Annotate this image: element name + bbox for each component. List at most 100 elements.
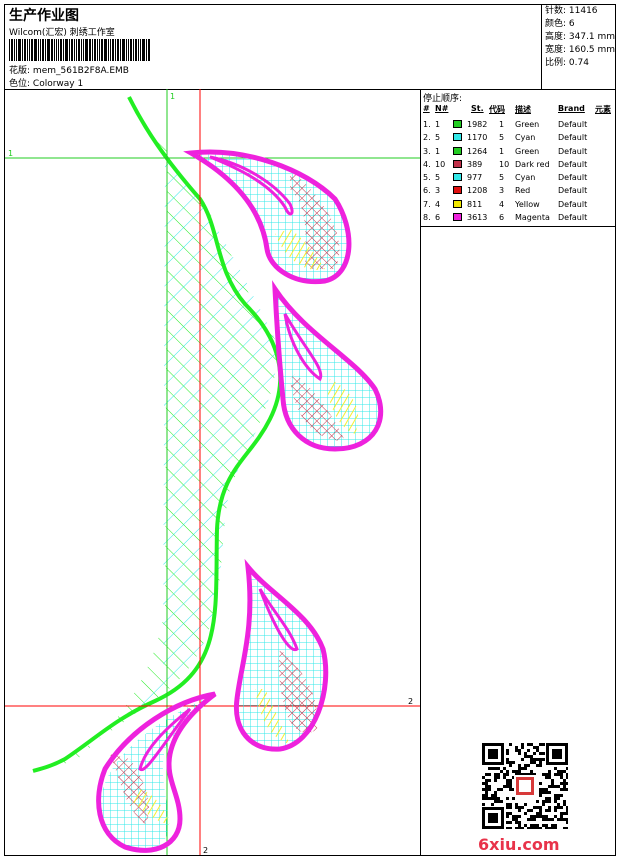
- qr-module: [563, 770, 566, 773]
- qr-module: [536, 812, 539, 815]
- design-label: 花版:: [9, 66, 31, 76]
- qr-module: [551, 782, 554, 785]
- qr-module: [566, 806, 568, 809]
- qr-module: [560, 815, 563, 818]
- qr-module: [518, 809, 521, 812]
- barcode-bar: [54, 39, 55, 61]
- barcode-bar: [69, 39, 70, 61]
- color-swatch: [453, 146, 462, 155]
- table-row: 3. 1 1264 1 Green Default: [423, 145, 613, 158]
- qr-module: [536, 746, 539, 749]
- qr-module: [554, 827, 557, 829]
- qr-module: [563, 788, 566, 791]
- qr-module: [512, 797, 515, 800]
- cell-stitches: 3613: [467, 213, 488, 223]
- cell-code: 1: [499, 146, 505, 156]
- qr-module: [566, 809, 568, 812]
- qr-module: [542, 752, 545, 755]
- qr-module: [515, 815, 518, 818]
- qr-module: [488, 788, 491, 791]
- cell-stitches: 977: [467, 173, 483, 183]
- qr-module: [566, 776, 568, 779]
- barcode-bar: [76, 39, 77, 61]
- qr-module: [554, 806, 557, 809]
- qr-module: [509, 821, 512, 824]
- qr-module: [533, 746, 536, 749]
- qr-module: [497, 767, 500, 770]
- qr-module: [563, 812, 566, 815]
- barcode-bar: [115, 39, 116, 61]
- cell-needle: 3: [435, 186, 441, 196]
- qr-module: [509, 764, 512, 767]
- barcode-bar: [45, 39, 46, 61]
- table-row: 7. 4 811 4 Yellow Default: [423, 198, 613, 211]
- barcode-bar: [142, 39, 145, 61]
- barcode: [9, 39, 195, 61]
- qr-module: [521, 758, 524, 761]
- qr-module: [512, 815, 515, 818]
- qr-module: [560, 776, 563, 779]
- barcode-bar: [122, 39, 125, 61]
- qr-module: [530, 824, 533, 827]
- qr-module: [530, 818, 533, 821]
- guide-label-h1: 1: [8, 149, 13, 158]
- qr-module: [509, 743, 512, 746]
- qr-module: [518, 749, 521, 752]
- qr-module: [536, 824, 539, 827]
- qr-module: [497, 788, 500, 791]
- barcode-bar: [58, 39, 59, 61]
- worksheet-header: 生产作业图 Wilcom(汇宏) 刺绣工作室 花版: mem_561B2F8A.…: [5, 5, 615, 90]
- qr-module: [512, 761, 515, 764]
- cell-index: 6.: [423, 186, 431, 196]
- qr-module: [491, 797, 494, 800]
- qr-module: [554, 797, 557, 800]
- qr-module: [542, 818, 545, 821]
- guide-label-v1: 1: [170, 92, 175, 101]
- qr-module: [485, 797, 488, 800]
- qr-module: [530, 809, 533, 812]
- qr-module: [506, 827, 509, 829]
- qr-module: [524, 755, 527, 758]
- barcode-bar: [63, 39, 64, 61]
- qr-module: [548, 800, 551, 803]
- qr-module: [563, 779, 566, 782]
- qr-module: [530, 770, 533, 773]
- qr-module: [524, 764, 527, 767]
- barcode-bar: [78, 39, 80, 61]
- qr-module: [542, 773, 545, 776]
- qr-module: [536, 815, 539, 818]
- qr-module: [527, 827, 530, 829]
- cell-description: Green: [515, 120, 540, 129]
- barcode-bar: [40, 39, 41, 61]
- stop-sequence-rows: 1. 1 1982 1 Green Default 2. 5 1170 5 Cyan Default 3…: [423, 118, 613, 224]
- qr-module: [515, 746, 518, 749]
- barcode-bar: [148, 39, 150, 61]
- qr-module: [548, 791, 551, 794]
- cell-stitches: 1264: [467, 146, 488, 156]
- qr-module: [557, 770, 560, 773]
- qr-module: [539, 752, 542, 755]
- qr-module: [566, 773, 568, 776]
- qr-module: [494, 791, 497, 794]
- qr-module: [566, 782, 568, 785]
- barcode-bar: [89, 39, 91, 61]
- stop-sequence-title: 停止顺序:: [423, 94, 463, 104]
- qr-module: [545, 800, 548, 803]
- qr-module: [560, 794, 563, 797]
- paisley-lower: [233, 558, 329, 752]
- barcode-bar: [24, 39, 26, 61]
- cell-brand: Default: [558, 173, 588, 183]
- qr-module: [545, 815, 548, 818]
- cell-brand: Default: [558, 120, 588, 129]
- qr-module: [503, 767, 506, 770]
- qr-module: [533, 761, 536, 764]
- qr-module: [542, 803, 545, 806]
- qr-module: [509, 803, 512, 806]
- qr-module: [506, 815, 509, 818]
- barcode-bar: [133, 39, 134, 61]
- design-scale: 比例: 0.74: [545, 58, 589, 68]
- qr-module: [509, 827, 512, 829]
- qr-module: [557, 785, 560, 788]
- color-swatch: [453, 173, 462, 182]
- cell-needle: 5: [435, 173, 441, 183]
